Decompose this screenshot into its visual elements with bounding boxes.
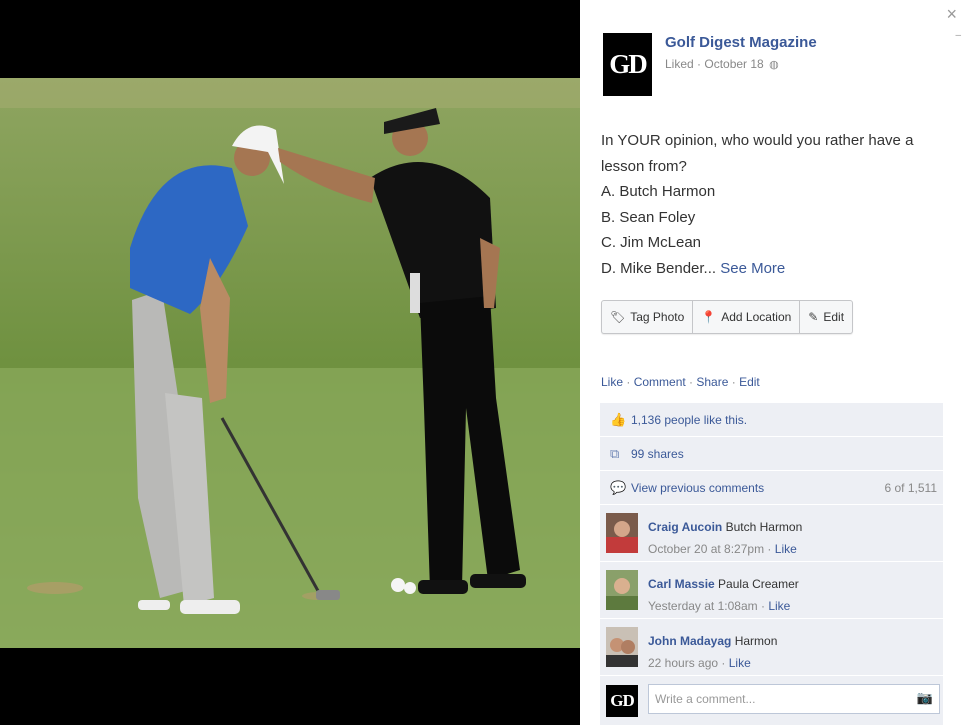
- ufi-box: 👍 1,136 people like this. ⧉ 99 shares 💬 …: [600, 403, 943, 676]
- post-text: In YOUR opinion, who would you rather ha…: [601, 128, 941, 281]
- post-line: A. Butch Harmon: [601, 183, 716, 200]
- tag-photo-label: Tag Photo: [630, 310, 685, 324]
- comment-body: Carl Massie Paula Creamer Yesterday at 1…: [648, 573, 799, 617]
- comment-like-link[interactable]: Like: [768, 599, 790, 613]
- comment-item: Craig Aucoin Butch Harmon October 20 at …: [600, 505, 943, 562]
- photo-viewer: [0, 0, 580, 725]
- comment-time[interactable]: Yesterday at 1:08am: [648, 599, 758, 613]
- view-previous-row[interactable]: 💬 View previous comments 6 of 1,511: [600, 471, 943, 505]
- close-icon[interactable]: ×: [946, 5, 957, 23]
- comment-like-link[interactable]: Like: [775, 542, 797, 556]
- post-line: In YOUR opinion, who would you rather ha…: [601, 132, 914, 149]
- pencil-icon: ✎: [808, 310, 819, 324]
- comment-composer: GD 📷: [600, 676, 943, 725]
- post-date-link[interactable]: October 18: [704, 57, 763, 71]
- photo-sidebar: × – GD Golf Digest Magazine Liked · Octo…: [580, 0, 966, 725]
- comment-text: Butch Harmon: [725, 520, 803, 534]
- camera-icon[interactable]: 📷: [917, 690, 933, 706]
- commenter-name[interactable]: John Madayag: [648, 634, 731, 648]
- comment-item: John Madayag Harmon 22 hours ago · Like: [600, 619, 943, 676]
- commenter-name[interactable]: Craig Aucoin: [648, 520, 722, 534]
- post-line-last: D. Mike Bender... See More: [601, 256, 941, 282]
- edit-label: Edit: [823, 310, 845, 324]
- comment-bubble-icon: 💬: [610, 479, 627, 495]
- scrollbar-tick[interactable]: –: [955, 30, 961, 41]
- view-previous-link[interactable]: View previous comments: [631, 481, 764, 495]
- share-link[interactable]: Share: [696, 375, 728, 389]
- tag-icon: 🏷: [610, 310, 626, 324]
- post-line: C. Jim McLean: [601, 234, 702, 251]
- add-location-button[interactable]: 📍 Add Location: [693, 301, 801, 333]
- page-name-link[interactable]: Golf Digest Magazine: [665, 34, 817, 51]
- edit-button[interactable]: ✎ Edit: [800, 301, 852, 333]
- location-pin-icon: 📍: [701, 310, 717, 324]
- like-link[interactable]: Like: [601, 375, 623, 389]
- composer-avatar: GD: [606, 685, 638, 717]
- page-avatar[interactable]: GD: [603, 33, 652, 96]
- page-avatar-text: GD: [609, 49, 647, 79]
- comment-time[interactable]: October 20 at 8:27pm: [648, 542, 764, 556]
- comment-text: Harmon: [734, 634, 778, 648]
- share-icon: ⧉: [610, 445, 620, 461]
- tag-photo-button[interactable]: 🏷 Tag Photo: [602, 301, 694, 333]
- comment-time[interactable]: 22 hours ago: [648, 656, 718, 670]
- commenter-name[interactable]: Carl Massie: [648, 577, 715, 591]
- likes-row[interactable]: 👍 1,136 people like this.: [600, 403, 943, 437]
- globe-icon: ◍: [769, 59, 779, 71]
- ufi-action-links: Like · Comment · Share · Edit: [601, 375, 760, 389]
- post-line-last-text: D. Mike Bender...: [601, 259, 717, 277]
- commenter-avatar[interactable]: [606, 570, 638, 610]
- photo-golf-lesson[interactable]: [0, 78, 580, 648]
- liked-status: Liked: [665, 57, 694, 71]
- shares-row[interactable]: ⧉ 99 shares: [600, 437, 943, 471]
- comment-pager: 6 of 1,511: [884, 480, 938, 495]
- separator: ·: [721, 656, 726, 670]
- comment-body: John Madayag Harmon 22 hours ago · Like: [648, 630, 777, 674]
- separator: ·: [728, 375, 740, 389]
- commenter-avatar[interactable]: [606, 513, 638, 553]
- likes-count[interactable]: 1,136 people like this.: [631, 413, 747, 427]
- separator: ·: [760, 599, 765, 613]
- separator: ·: [685, 375, 697, 389]
- comment-input[interactable]: [648, 684, 940, 714]
- shares-count[interactable]: 99 shares: [631, 447, 684, 461]
- post-line: B. Sean Foley: [601, 208, 696, 226]
- comment-body: Craig Aucoin Butch Harmon October 20 at …: [648, 516, 802, 560]
- comment-like-link[interactable]: Like: [729, 656, 751, 670]
- photo-actions: 🏷 Tag Photo 📍 Add Location ✎ Edit: [601, 300, 854, 334]
- post-line: lesson from?: [601, 157, 687, 175]
- composer-avatar-text: GD: [610, 691, 634, 710]
- post-meta: Liked · October 18 ◍: [665, 57, 779, 71]
- comment-text: Paula Creamer: [718, 577, 799, 591]
- add-location-label: Add Location: [721, 310, 792, 324]
- separator: ·: [623, 375, 634, 389]
- comment-item: Carl Massie Paula Creamer Yesterday at 1…: [600, 562, 943, 619]
- commenter-avatar[interactable]: [606, 627, 638, 667]
- see-more-link[interactable]: See More: [720, 260, 785, 277]
- comment-link[interactable]: Comment: [634, 375, 686, 389]
- edit-link[interactable]: Edit: [739, 375, 760, 389]
- thumbs-up-icon: 👍: [610, 411, 627, 427]
- separator: ·: [767, 542, 772, 556]
